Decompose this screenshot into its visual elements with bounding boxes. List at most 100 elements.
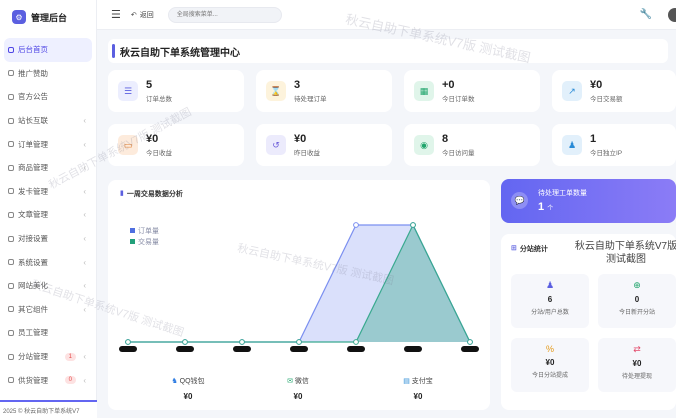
chevron-left-icon: ‹ (83, 234, 86, 244)
data-point[interactable] (125, 339, 131, 345)
count-badge: 0 (64, 376, 76, 385)
menu-item-icon (8, 211, 14, 218)
sidebar-item[interactable]: 对接设置 ‹ (0, 227, 96, 251)
legend-label: 交易量 (138, 237, 159, 246)
menu-item-icon (8, 70, 14, 77)
data-point[interactable] (353, 222, 359, 228)
sidebar-item[interactable]: 后台首页 (4, 38, 92, 62)
series-area (128, 225, 470, 342)
history-icon: ↺ (266, 135, 286, 155)
stat-value: 1 (590, 133, 597, 145)
back-arrow-icon: ↶ (130, 11, 137, 19)
back-button[interactable]: ↶ 返回 (131, 10, 154, 20)
page-title: 秋云自助下单系统管理中心 (108, 39, 668, 63)
data-point[interactable] (467, 339, 473, 345)
stat-card: ♟ 1 今日独立IP (552, 124, 676, 166)
data-point[interactable] (353, 339, 359, 345)
stat-card: ▭ ¥0 今日收益 (108, 124, 244, 166)
sidebar-item[interactable]: 员工管理 (0, 321, 96, 345)
sidebar-item[interactable]: 商品管理 ‹ (0, 156, 96, 180)
back-label: 返回 (139, 11, 154, 19)
brand-logo[interactable]: ⚙ 管理后台 (0, 0, 96, 34)
payment-value: ¥0 (183, 392, 193, 401)
sidebar-item[interactable]: 订单管理 ‹ (0, 132, 96, 156)
stat-label: 今日收益 (146, 150, 172, 157)
chart-card: ▮ 一周交易数据分析 订单量 交易量 ♞ QQ钱包 ¥0 ✉ 微信 ¥0 ▤ 支付宝 ¥0 (108, 180, 490, 410)
stat-card: ↺ ¥0 昨日收益 (256, 124, 392, 166)
sidebar-item-label: 推广赞助 (18, 68, 48, 78)
substation-value: ¥0 (632, 359, 642, 368)
chat-icon: 💬 (511, 192, 528, 209)
stat-card: ⌛ 3 待处理订单 (256, 70, 392, 112)
data-point[interactable] (296, 339, 302, 345)
chevron-left-icon: ‹ (83, 352, 86, 362)
legend-label: 订单量 (138, 226, 159, 235)
sidebar-item-label: 订单管理 (18, 139, 48, 149)
stat-label: 今日交易额 (590, 96, 623, 103)
work-order-card[interactable]: 💬 待处理工单数量 1 个 (501, 179, 676, 223)
menu-item-icon (8, 377, 14, 384)
payment-item: ✉ 微信 ¥0 (258, 376, 338, 401)
topbar: ☰ ↶ 返回 🔧 (97, 0, 676, 30)
sidebar-item-label: 文章管理 (18, 210, 48, 220)
money-icon: ▭ (118, 135, 138, 155)
exchange-icon: ⇄ (633, 344, 641, 354)
stat-value: ¥0 (590, 79, 603, 91)
menu-item-icon (8, 235, 14, 242)
sidebar-item[interactable]: 其它组件 ‹ (0, 298, 96, 322)
substation-value: ¥0 (545, 358, 555, 367)
data-point[interactable] (182, 339, 188, 345)
substation-stat: % ¥0 今日分站提成 (511, 338, 589, 392)
sidebar-item[interactable]: 发卡管理 ‹ (0, 180, 96, 204)
eye-icon: ◉ (414, 135, 434, 155)
sidebar-item[interactable]: 网站美化 ‹ (0, 274, 96, 298)
search-input[interactable] (167, 6, 282, 23)
substation-value: 6 (547, 295, 553, 304)
sidebar-item[interactable]: 文章管理 ‹ (0, 203, 96, 227)
sidebar-item[interactable]: 供货管理 0 ‹ (0, 368, 96, 392)
x-tick-label (119, 346, 137, 352)
hourglass-icon: ⌛ (266, 81, 286, 101)
stat-value: ¥0 (146, 133, 159, 145)
chevron-left-icon: ‹ (83, 186, 86, 196)
sidebar-item[interactable]: 官方公告 (0, 85, 96, 109)
substation-title-text: 分站统计 (519, 246, 548, 253)
list-icon: ☰ (118, 81, 138, 101)
substation-stat: ⊕ 0 今日新开分站 (598, 274, 676, 328)
sidebar-footer: 2025 © 秋云自助下单系统V7 (0, 400, 97, 418)
data-point[interactable] (239, 339, 245, 345)
weekly-trade-chart: 订单量交易量 (119, 222, 479, 352)
sidebar-item[interactable]: 站长互联 ‹ (0, 109, 96, 133)
sidebar-nav: 后台首页 推广赞助 官方公告 站长互联 ‹ 订单管理 ‹ 商品管理 ‹ 发卡管理 ‹ 文章管理 ‹ 对接设… (0, 34, 96, 392)
percent-icon: % (545, 344, 554, 354)
sidebar-item-label: 站长互联 (18, 116, 48, 126)
legend-swatch (130, 228, 135, 233)
sidebar-item-label: 系统设置 (18, 257, 48, 267)
avatar[interactable] (668, 7, 676, 22)
chevron-left-icon: ‹ (83, 163, 86, 173)
sidebar-item-label: 后台首页 (18, 45, 48, 55)
wrench-icon[interactable]: 🔧 (640, 9, 652, 20)
sidebar-item[interactable]: 分站管理 1 ‹ (0, 345, 96, 369)
data-point[interactable] (410, 222, 416, 228)
menu-item-icon (8, 46, 14, 53)
sidebar-item[interactable]: 推广赞助 (0, 62, 96, 86)
sitemap-icon: ⊞ (511, 245, 517, 252)
alipay-icon: ▤ (403, 378, 410, 385)
menu-toggle-icon[interactable]: ☰ (111, 8, 121, 21)
work-order-value: 1 个 (538, 201, 553, 213)
payment-value: ¥0 (293, 392, 303, 401)
substation-value: 0 (634, 295, 640, 304)
chevron-left-icon: ‹ (83, 257, 86, 267)
stat-value: 5 (146, 79, 153, 91)
substation-label: 今日新开分站 (618, 310, 655, 316)
stat-value: 8 (442, 133, 449, 145)
sidebar-item[interactable]: 系统设置 ‹ (0, 250, 96, 274)
menu-item-icon (8, 93, 14, 100)
menu-item-icon (8, 117, 14, 124)
stat-value: +0 (442, 79, 455, 91)
work-order-unit: 个 (547, 206, 554, 212)
menu-item-icon (8, 329, 14, 336)
plus-circle-icon: ⊕ (633, 280, 641, 290)
legend-swatch (130, 239, 135, 244)
